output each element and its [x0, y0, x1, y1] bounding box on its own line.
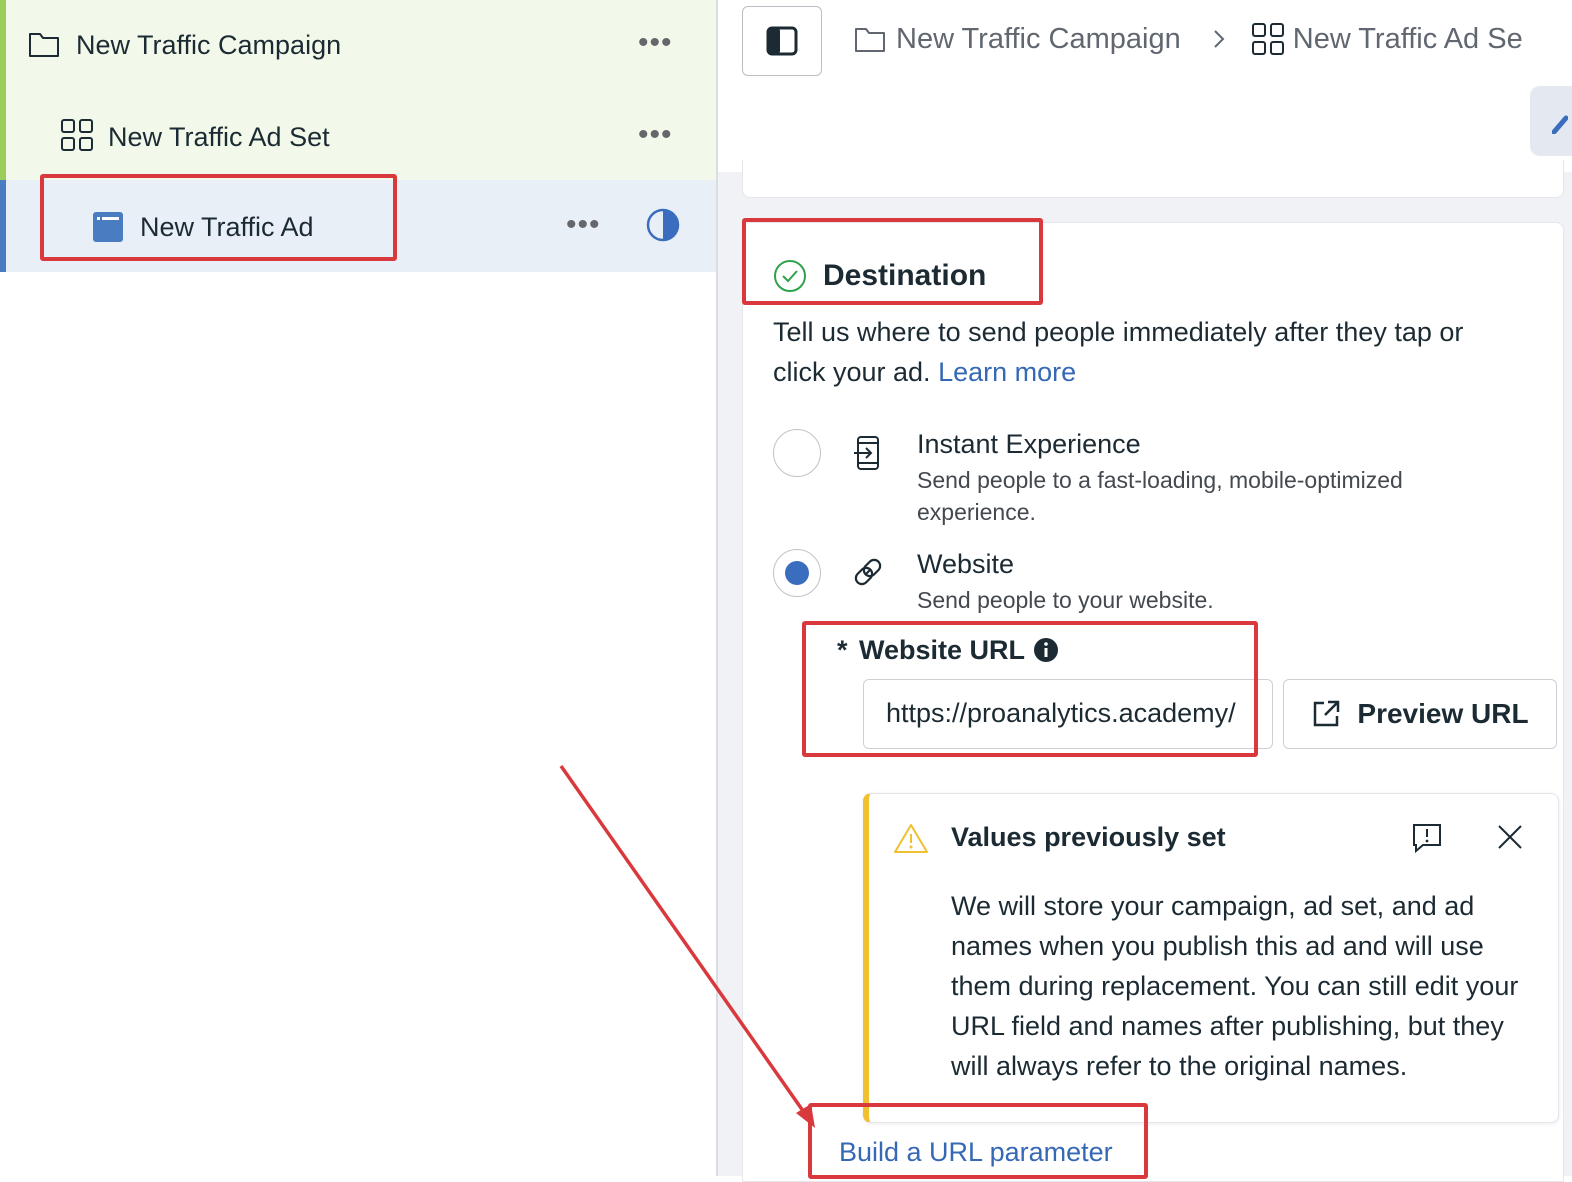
annotation-arrow: [559, 764, 815, 1128]
